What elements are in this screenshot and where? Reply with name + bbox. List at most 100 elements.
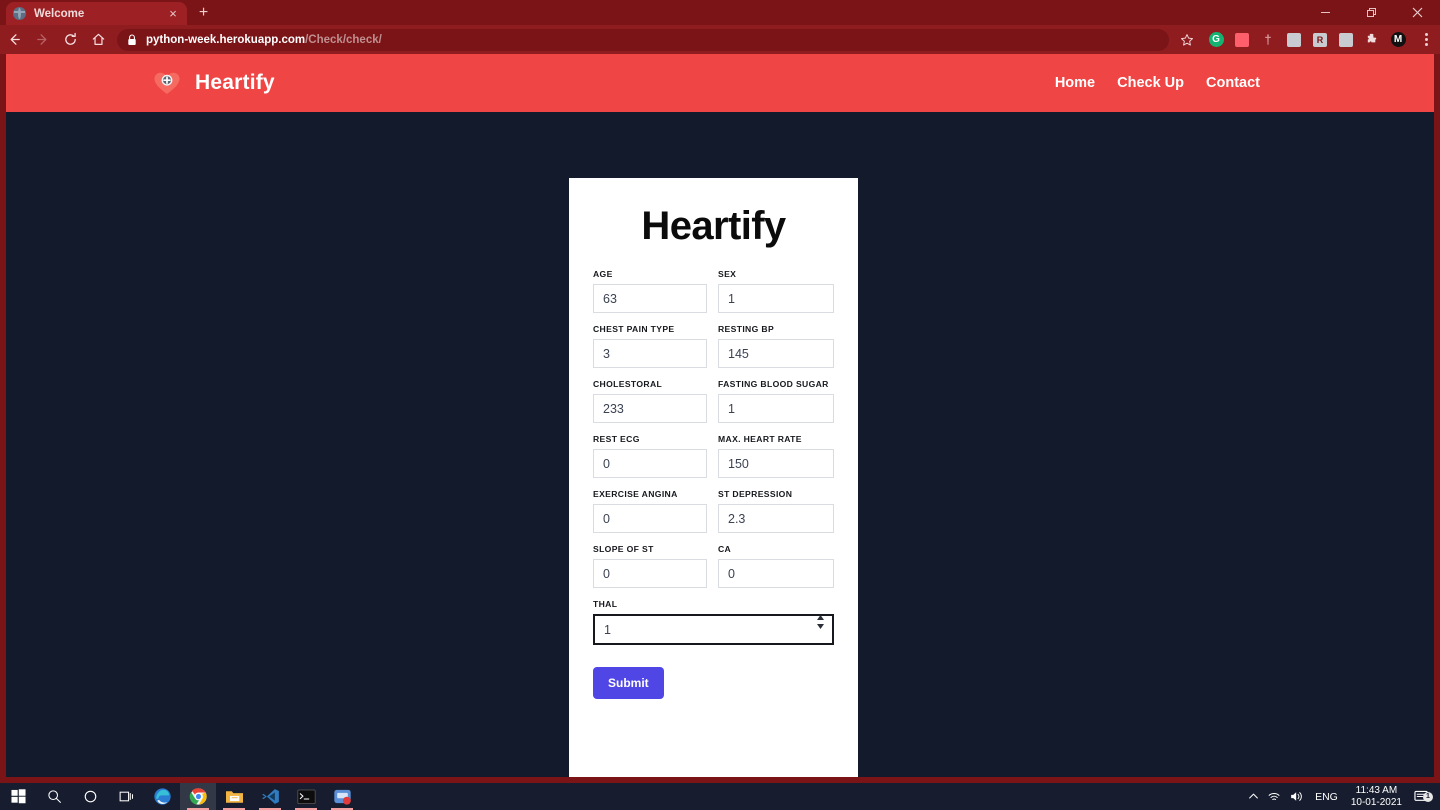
task-view-icon[interactable] bbox=[108, 783, 144, 810]
field-age: AGE bbox=[593, 269, 707, 313]
restore-icon[interactable] bbox=[1348, 0, 1394, 25]
exercise-angina-label: EXERCISE ANGINA bbox=[593, 489, 707, 499]
browser-tab[interactable]: Welcome × bbox=[6, 2, 187, 25]
thal-label: THAL bbox=[593, 599, 834, 609]
field-cholestoral: CHOLESTORAL bbox=[593, 379, 707, 423]
rest-ecg-label: REST ECG bbox=[593, 434, 707, 444]
puzzle-extensions-menu[interactable] bbox=[1361, 29, 1383, 51]
url-text: python-week.herokuapp.com/Check/check/ bbox=[146, 34, 382, 46]
spinner-down-icon bbox=[816, 624, 825, 630]
age-input[interactable] bbox=[593, 284, 707, 313]
show-hidden-icons[interactable] bbox=[1242, 791, 1264, 802]
back-arrow-icon[interactable] bbox=[0, 26, 28, 54]
tab-title: Welcome bbox=[34, 8, 166, 20]
clock-time: 11:43 AM bbox=[1351, 785, 1402, 797]
new-tab-button[interactable]: + bbox=[194, 4, 213, 23]
taskbar-vscode[interactable] bbox=[252, 783, 288, 810]
field-st-depression: ST DEPRESSION bbox=[718, 489, 834, 533]
language-indicator[interactable]: ENG bbox=[1308, 791, 1345, 803]
clock[interactable]: 11:43 AM 10-01-2021 bbox=[1345, 785, 1408, 809]
taskbar-terminal[interactable] bbox=[288, 783, 324, 810]
heart-plus-icon bbox=[152, 68, 182, 98]
clock-date: 10-01-2021 bbox=[1351, 797, 1402, 809]
taskbar-chrome[interactable] bbox=[180, 783, 216, 810]
thal-input[interactable] bbox=[593, 614, 834, 645]
search-icon[interactable] bbox=[36, 783, 72, 810]
close-icon[interactable]: × bbox=[166, 7, 180, 21]
slope-of-st-input[interactable] bbox=[593, 559, 707, 588]
speaker-icon[interactable] bbox=[1286, 790, 1308, 803]
form-row-2: CHEST PAIN TYPE RESTING BP bbox=[593, 324, 834, 379]
exercise-angina-input[interactable] bbox=[593, 504, 707, 533]
sex-input[interactable] bbox=[718, 284, 834, 313]
notification-icon[interactable]: 1 bbox=[1408, 790, 1434, 804]
browser-toolbar: python-week.herokuapp.com/Check/check/ G… bbox=[0, 25, 1440, 54]
kebab-menu-icon[interactable] bbox=[1415, 33, 1437, 46]
chest-pain-type-input[interactable] bbox=[593, 339, 707, 368]
wifi-icon[interactable] bbox=[1264, 791, 1286, 803]
brand-name: Heartify bbox=[195, 71, 275, 95]
lock-icon bbox=[127, 34, 137, 46]
site-navbar: Heartify Home Check Up Contact bbox=[6, 54, 1434, 112]
browser-window: Welcome × + bbox=[0, 0, 1440, 783]
form-row-3: CHOLESTORAL FASTING BLOOD SUGAR bbox=[593, 379, 834, 434]
nav-link-check-up[interactable]: Check Up bbox=[1117, 75, 1184, 91]
fasting-blood-sugar-label: FASTING BLOOD SUGAR bbox=[718, 379, 834, 389]
nav-link-home[interactable]: Home bbox=[1055, 75, 1095, 91]
cholestoral-input[interactable] bbox=[593, 394, 707, 423]
form-row-6: SLOPE OF ST CA bbox=[593, 544, 834, 599]
number-spinner[interactable] bbox=[816, 615, 825, 630]
field-ca: CA bbox=[718, 544, 834, 588]
taskbar-app[interactable] bbox=[324, 783, 360, 810]
spinner-up-icon bbox=[816, 615, 825, 621]
cortana-circle-icon[interactable] bbox=[72, 783, 108, 810]
nav-link-contact[interactable]: Contact bbox=[1206, 75, 1260, 91]
resting-bp-input[interactable] bbox=[718, 339, 834, 368]
field-rest-ecg: REST ECG bbox=[593, 434, 707, 478]
cholestoral-label: CHOLESTORAL bbox=[593, 379, 707, 389]
clipboard-extension[interactable] bbox=[1283, 29, 1305, 51]
field-resting-bp: RESTING BP bbox=[718, 324, 834, 368]
resting-bp-label: RESTING BP bbox=[718, 324, 834, 334]
forward-arrow-icon[interactable] bbox=[28, 26, 56, 54]
address-bar[interactable]: python-week.herokuapp.com/Check/check/ bbox=[117, 29, 1169, 51]
password-manager-extension[interactable] bbox=[1231, 29, 1253, 51]
fasting-blood-sugar-input[interactable] bbox=[718, 394, 834, 423]
form-row-1: AGE SEX bbox=[593, 269, 834, 324]
notification-count: 1 bbox=[1423, 792, 1433, 802]
ca-input[interactable] bbox=[718, 559, 834, 588]
age-label: AGE bbox=[593, 269, 707, 279]
start-button[interactable] bbox=[0, 783, 36, 810]
system-tray: ENG 11:43 AM 10-01-2021 1 bbox=[1242, 783, 1440, 810]
reader-extension[interactable]: R bbox=[1309, 29, 1331, 51]
slope-of-st-label: SLOPE OF ST bbox=[593, 544, 707, 554]
field-slope-of-st: SLOPE OF ST bbox=[593, 544, 707, 588]
st-depression-input[interactable] bbox=[718, 504, 834, 533]
screenshot-extension[interactable] bbox=[1335, 29, 1357, 51]
page-title: Heartify bbox=[593, 204, 834, 249]
grammarly-extension[interactable]: G bbox=[1205, 29, 1227, 51]
minimize-icon[interactable] bbox=[1302, 0, 1348, 25]
page-viewport: Heartify Home Check Up Contact Heartify … bbox=[6, 54, 1434, 777]
globe-icon bbox=[13, 7, 26, 20]
url-domain: python-week.herokuapp.com bbox=[146, 34, 305, 46]
field-exercise-angina: EXERCISE ANGINA bbox=[593, 489, 707, 533]
reload-icon[interactable] bbox=[56, 26, 84, 54]
max-heart-rate-input[interactable] bbox=[718, 449, 834, 478]
profile-avatar[interactable]: M bbox=[1387, 29, 1409, 51]
brand[interactable]: Heartify bbox=[152, 68, 275, 98]
extensions-area: G † R M bbox=[1203, 29, 1415, 51]
window-controls bbox=[1302, 0, 1440, 25]
taskbar-edge[interactable] bbox=[144, 783, 180, 810]
star-icon[interactable] bbox=[1175, 33, 1199, 47]
heart-check-form: AGE SEX CHEST PAIN TYPE RESTING BP bbox=[593, 269, 834, 699]
rest-ecg-input[interactable] bbox=[593, 449, 707, 478]
home-icon[interactable] bbox=[84, 26, 112, 54]
form-row-4: REST ECG MAX. HEART RATE bbox=[593, 434, 834, 489]
submit-button[interactable]: Submit bbox=[593, 667, 664, 699]
form-row-5: EXERCISE ANGINA ST DEPRESSION bbox=[593, 489, 834, 544]
adobe-acrobat-extension[interactable]: † bbox=[1257, 29, 1279, 51]
close-icon[interactable] bbox=[1394, 0, 1440, 25]
taskbar-file-explorer[interactable] bbox=[216, 783, 252, 810]
field-chest-pain-type: CHEST PAIN TYPE bbox=[593, 324, 707, 368]
